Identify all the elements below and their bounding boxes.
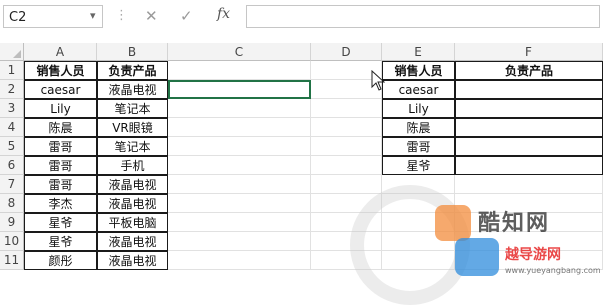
table1-cell-b8[interactable]: 液晶电视	[97, 194, 168, 213]
name-box[interactable]: C2 ▾	[3, 5, 103, 28]
table2-cell-e3[interactable]: Lily	[382, 99, 455, 118]
cell-c11[interactable]	[168, 251, 311, 270]
table1-cell-a3[interactable]: Lily	[24, 99, 97, 118]
cell-d5[interactable]	[311, 137, 382, 156]
column-header-d[interactable]: D	[311, 43, 382, 61]
column-header-e[interactable]: E	[382, 43, 455, 61]
table1-cell-a9[interactable]: 星爷	[24, 213, 97, 232]
table1-cell-a8[interactable]: 李杰	[24, 194, 97, 213]
table1-cell-b11[interactable]: 液晶电视	[97, 251, 168, 270]
row-header-10[interactable]: 10	[0, 232, 24, 251]
cell-c5[interactable]	[168, 137, 311, 156]
more-options-icon[interactable]: ⋮	[115, 8, 128, 23]
row-header-3[interactable]: 3	[0, 99, 24, 118]
cell-c8[interactable]	[168, 194, 311, 213]
column-header-f[interactable]: F	[455, 43, 603, 61]
cell-c9[interactable]	[168, 213, 311, 232]
cell-c7[interactable]	[168, 175, 311, 194]
table1-cell-a11[interactable]: 颜彤	[24, 251, 97, 270]
table1-cell-a7[interactable]: 雷哥	[24, 175, 97, 194]
row-header-11[interactable]: 11	[0, 251, 24, 270]
table1-cell-a6[interactable]: 雷哥	[24, 156, 97, 175]
table1-cell-a4[interactable]: 陈晨	[24, 118, 97, 137]
table2-cell-f2[interactable]	[455, 80, 603, 99]
formula-input[interactable]	[246, 5, 600, 28]
row-header-4[interactable]: 4	[0, 118, 24, 137]
formula-bar: C2 ▾ ⋮ ✕ ✓ fx	[0, 0, 603, 34]
table1-cell-b2[interactable]: 液晶电视	[97, 80, 168, 99]
table1-cell-b9[interactable]: 平板电脑	[97, 213, 168, 232]
table2-cell-f4[interactable]	[455, 118, 603, 137]
table2-cell-f5[interactable]	[455, 137, 603, 156]
watermark-brand-2: 越导游网	[505, 247, 561, 263]
cell-d4[interactable]	[311, 118, 382, 137]
cell-c3[interactable]	[168, 99, 311, 118]
cancel-icon[interactable]: ✕	[145, 7, 158, 25]
table2-cell-e5[interactable]: 雷哥	[382, 137, 455, 156]
table2-cell-e6[interactable]: 星爷	[382, 156, 455, 175]
table2-cell-e2[interactable]: caesar	[382, 80, 455, 99]
table1-header-b1[interactable]: 负责产品	[97, 61, 168, 80]
row-header-5[interactable]: 5	[0, 137, 24, 156]
row-header-7[interactable]: 7	[0, 175, 24, 194]
row-header-6[interactable]: 6	[0, 156, 24, 175]
table1-cell-b6[interactable]: 手机	[97, 156, 168, 175]
cell-c4[interactable]	[168, 118, 311, 137]
table1-cell-b4[interactable]: VR眼镜	[97, 118, 168, 137]
cell-d3[interactable]	[311, 99, 382, 118]
watermark-logo-2-icon	[455, 238, 499, 276]
table2-header-f1[interactable]: 负责产品	[455, 61, 603, 80]
table2-cell-f3[interactable]	[455, 99, 603, 118]
watermark-brand-1: 酷知网	[478, 211, 551, 236]
table1-header-a1[interactable]: 销售人员	[24, 61, 97, 80]
column-header-a[interactable]: A	[24, 43, 97, 61]
table2-cell-f6[interactable]	[455, 156, 603, 175]
table1-cell-b3[interactable]: 笔记本	[97, 99, 168, 118]
insert-function-icon[interactable]: fx	[217, 6, 230, 22]
table1-cell-a2[interactable]: caesar	[24, 80, 97, 99]
row-header-2[interactable]: 2	[0, 80, 24, 99]
table1-cell-b10[interactable]: 液晶电视	[97, 232, 168, 251]
watermark-ring	[350, 185, 470, 305]
row-header-1[interactable]: 1	[0, 61, 24, 80]
table2-cell-e4[interactable]: 陈晨	[382, 118, 455, 137]
name-box-value: C2	[9, 10, 27, 25]
cell-c10[interactable]	[168, 232, 311, 251]
select-all-button[interactable]	[0, 43, 24, 61]
cell-d7[interactable]	[311, 175, 382, 194]
table1-cell-b5[interactable]: 笔记本	[97, 137, 168, 156]
table1-cell-a10[interactable]: 星爷	[24, 232, 97, 251]
cell-c2[interactable]	[168, 80, 311, 99]
table1-cell-b7[interactable]: 液晶电视	[97, 175, 168, 194]
cell-c6[interactable]	[168, 156, 311, 175]
row-header-8[interactable]: 8	[0, 194, 24, 213]
row-header-9[interactable]: 9	[0, 213, 24, 232]
cell-c1[interactable]	[168, 61, 311, 80]
chevron-down-icon[interactable]: ▾	[90, 9, 96, 22]
column-header-b[interactable]: B	[97, 43, 168, 61]
table1-cell-a5[interactable]: 雷哥	[24, 137, 97, 156]
cell-d6[interactable]	[311, 156, 382, 175]
watermark-logo-icon	[435, 205, 471, 241]
column-header-c[interactable]: C	[168, 43, 311, 61]
watermark-url: www.yueyangbang.com	[505, 266, 601, 275]
table2-header-e1[interactable]: 销售人员	[382, 61, 455, 80]
cell-f7[interactable]	[455, 175, 603, 194]
enter-icon[interactable]: ✓	[180, 7, 193, 25]
